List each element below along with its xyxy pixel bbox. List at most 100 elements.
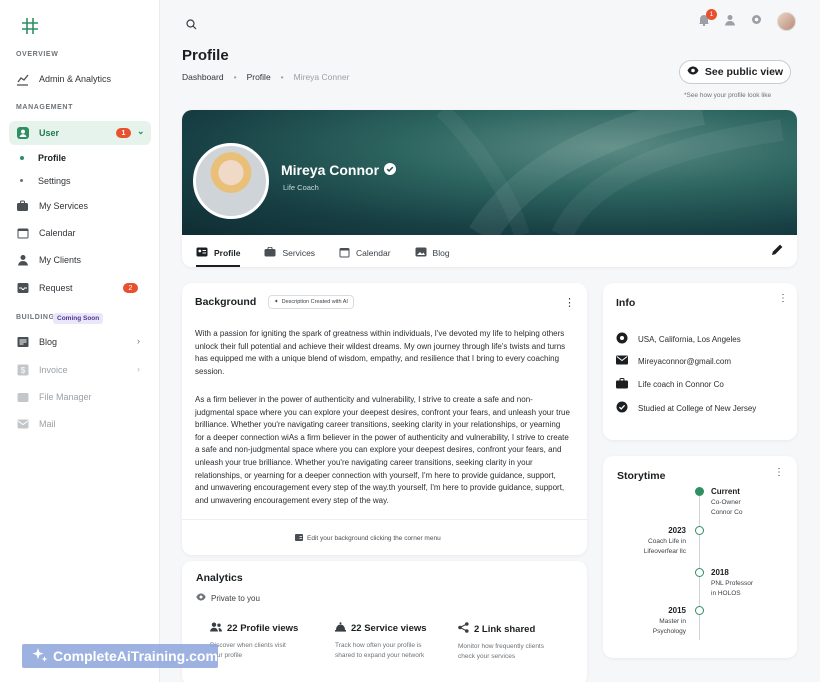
button-label: See public view <box>704 66 784 78</box>
sidebar-item-user[interactable]: User 1 ⌄ <box>9 121 151 145</box>
verified-icon <box>384 162 397 178</box>
info-email: Mireyaconnor@gmail.com <box>616 355 731 367</box>
sidebar-item-settings[interactable]: Settings <box>38 176 71 186</box>
card-title: Background <box>195 296 257 308</box>
profile-photo[interactable] <box>193 143 269 219</box>
sidebar: OVERVIEW Admin & Analytics MANAGEMENT Us… <box>0 0 160 682</box>
more-options-icon[interactable]: ⋮ <box>564 298 575 309</box>
watermark: CompleteAiTraining.com <box>22 644 218 668</box>
timeline-desc-line: PNL Professor <box>711 580 754 587</box>
profile-role: Life Coach <box>283 183 319 192</box>
breadcrumb-dashboard[interactable]: Dashboard <box>182 72 224 82</box>
sidebar-item-label: My Clients <box>39 255 82 265</box>
stat-profile-views: 22 Profile views Discover when clients v… <box>210 622 330 661</box>
footer-text: Edit your background clicking the corner… <box>307 535 441 542</box>
info-text: Life coach in Connor Co <box>638 380 724 389</box>
tab-profile[interactable]: Profile <box>196 243 241 267</box>
user-count-badge: 1 <box>116 128 131 138</box>
sidebar-item-invoice[interactable]: $ Invoice › <box>16 359 150 381</box>
sparkle-icon: ✦ <box>274 299 279 305</box>
sidebar-item-blog[interactable]: Blog › <box>16 331 150 353</box>
background-card: Background ✦ Description Created with AI… <box>182 283 587 555</box>
timeline-desc-line: Master in <box>659 618 686 625</box>
timeline-dot <box>695 487 704 496</box>
stat-desc: Monitor how frequently clients check you… <box>458 642 578 662</box>
profile-icon[interactable] <box>724 13 736 31</box>
active-dot <box>20 156 24 160</box>
badge-check-icon <box>616 401 628 415</box>
search-icon[interactable] <box>186 17 197 35</box>
stat-desc: Track how often your profile is shared t… <box>335 641 455 661</box>
person-icon <box>16 254 29 267</box>
calendar-icon <box>339 247 350 260</box>
user-icon <box>16 127 29 140</box>
timeline-year: Current <box>711 487 740 496</box>
location-pin-icon <box>616 332 628 346</box>
background-footer: Edit your background clicking the corner… <box>295 534 441 543</box>
card-title: Analytics <box>196 572 243 584</box>
id-card-icon <box>295 534 303 543</box>
tab-services[interactable]: Services <box>264 243 315 263</box>
sidebar-item-mail[interactable]: Mail <box>16 413 150 435</box>
stat-desc-line: Track how often your profile is <box>335 642 422 649</box>
sidebar-item-clients[interactable]: My Clients <box>16 249 150 271</box>
see-public-view-button[interactable]: See public view <box>679 60 791 84</box>
user-avatar[interactable] <box>777 12 796 31</box>
page-title: Profile <box>182 47 229 64</box>
stat-title-row: 22 Profile views <box>210 622 330 635</box>
stat-title: 22 Service views <box>351 623 427 634</box>
breadcrumb-separator: • <box>233 72 237 82</box>
sidebar-item-admin-analytics[interactable]: Admin & Analytics <box>16 68 150 90</box>
timeline-desc: Master in Psychology <box>653 617 686 637</box>
breadcrumb-current: Mireya Conner <box>293 72 350 82</box>
breadcrumb-profile[interactable]: Profile <box>247 72 271 82</box>
privacy-note: Private to you <box>196 593 260 603</box>
tab-label: Services <box>282 248 316 258</box>
stat-desc-line: your profile <box>210 652 243 659</box>
info-text: Studied at College of New Jersey <box>638 403 757 413</box>
chart-icon <box>16 73 29 86</box>
more-options-icon[interactable]: ⋮ <box>778 294 788 304</box>
card-title: Storytime <box>617 470 666 482</box>
sidebar-item-label: File Manager <box>39 392 92 402</box>
stat-title: 2 Link shared <box>474 623 536 635</box>
service-bell-icon <box>335 622 346 635</box>
timeline-desc-line: Co-Owner <box>711 499 741 506</box>
sidebar-item-label: Blog <box>39 337 58 347</box>
timeline-desc: Co-Owner Connor Co <box>711 498 742 518</box>
info-text[interactable]: Mireyaconnor@gmail.com <box>638 357 731 366</box>
sidebar-item-profile[interactable]: Profile <box>38 153 66 163</box>
tab-label: Blog <box>432 248 450 258</box>
pencil-icon[interactable] <box>771 243 784 261</box>
chevron-right-icon[interactable]: › <box>137 336 140 346</box>
image-icon <box>415 247 427 259</box>
stat-desc: Discover when clients visit your profile <box>210 641 330 661</box>
section-label-building: BUILDING <box>16 314 55 321</box>
timeline-desc-line: Psychology <box>652 628 686 635</box>
bell-icon[interactable]: 1 <box>698 8 717 31</box>
app-logo-icon[interactable] <box>20 16 40 36</box>
sidebar-item-calendar[interactable]: Calendar <box>16 222 150 244</box>
tab-calendar[interactable]: Calendar <box>339 243 391 263</box>
sidebar-item-request[interactable]: Request 2 <box>16 277 150 299</box>
more-options-icon[interactable]: ⋮ <box>774 468 784 478</box>
tab-label: Profile <box>214 248 241 258</box>
section-label-overview: OVERVIEW <box>16 51 59 58</box>
sidebar-item-services[interactable]: My Services <box>16 195 150 217</box>
timeline-year: 2023 <box>668 526 686 535</box>
sparkle-icon <box>32 647 48 666</box>
timeline-desc-line: Connor Co <box>711 509 743 516</box>
chevron-down-icon[interactable]: ⌄ <box>137 126 145 137</box>
tab-blog[interactable]: Blog <box>415 243 450 263</box>
timeline-desc-line: Lifeoverfear llc <box>643 548 686 555</box>
timeline-desc: PNL Professor in HOLOS <box>711 579 753 599</box>
sidebar-item-label: User <box>39 128 60 138</box>
sidebar-item-file-manager[interactable]: File Manager <box>16 386 150 408</box>
chevron-right-icon[interactable]: › <box>137 364 140 374</box>
timeline-dot <box>695 606 704 615</box>
gear-icon[interactable] <box>750 13 763 31</box>
tab-label: Calendar <box>356 248 391 258</box>
breadcrumb: Dashboard • Profile • Mireya Conner <box>182 72 349 82</box>
eye-icon <box>687 66 699 78</box>
sidebar-item-label: Invoice <box>39 365 68 375</box>
